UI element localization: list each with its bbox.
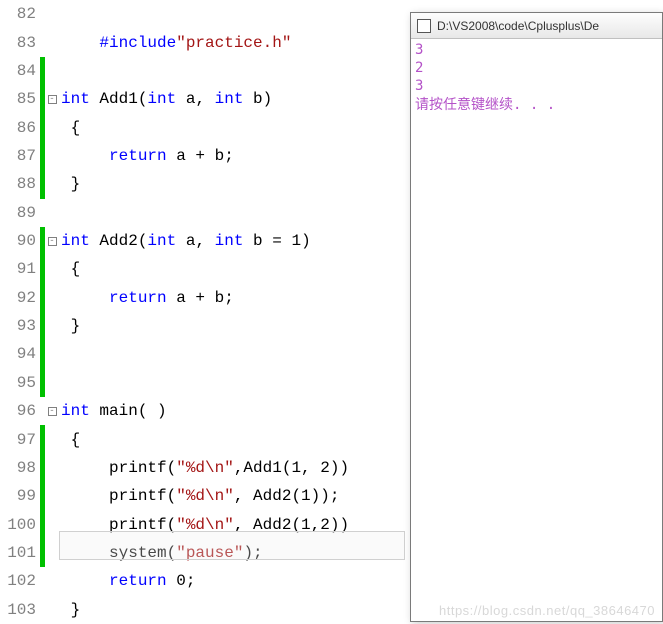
line-number: 96 [0, 402, 40, 420]
code-line-91[interactable]: 91 { [0, 255, 405, 283]
code-line-88[interactable]: 88 } [0, 170, 405, 198]
code-line-82[interactable]: 82 [0, 0, 405, 28]
code-content[interactable]: return a + b; [59, 147, 405, 165]
code-line-93[interactable]: 93 } [0, 312, 405, 340]
code-content[interactable]: #include"practice.h" [59, 34, 405, 52]
code-content[interactable]: { [59, 260, 405, 278]
code-line-90[interactable]: 90-int Add2(int a, int b = 1) [0, 227, 405, 255]
line-number: 84 [0, 62, 40, 80]
console-output: 3 2 3 请按任意键继续. . . [411, 39, 662, 116]
change-indicator [40, 510, 45, 538]
line-number: 82 [0, 5, 40, 23]
line-number: 102 [0, 572, 40, 590]
console-app-icon [417, 19, 431, 33]
console-titlebar[interactable]: D:\VS2008\code\Cplusplus\De [411, 13, 662, 39]
code-editor[interactable]: 8283 #include"practice.h"8485-int Add1(i… [0, 0, 405, 624]
code-content[interactable]: } [59, 601, 405, 619]
code-line-85[interactable]: 85-int Add1(int a, int b) [0, 85, 405, 113]
line-number: 83 [0, 34, 40, 52]
change-indicator [40, 454, 45, 482]
code-content[interactable]: } [59, 175, 405, 193]
change-indicator [40, 142, 45, 170]
line-number: 97 [0, 431, 40, 449]
code-content[interactable]: printf("%d\n", Add2(1,2)) [59, 516, 405, 534]
change-indicator [40, 482, 45, 510]
code-content[interactable]: { [59, 431, 405, 449]
change-indicator [40, 312, 45, 340]
line-number: 89 [0, 204, 40, 222]
line-number: 88 [0, 175, 40, 193]
code-content[interactable]: int Add2(int a, int b = 1) [59, 232, 405, 250]
code-content[interactable]: printf("%d\n",Add1(1, 2)) [59, 459, 405, 477]
change-indicator [40, 0, 45, 28]
code-line-83[interactable]: 83 #include"practice.h" [0, 28, 405, 56]
line-number: 95 [0, 374, 40, 392]
fold-gutter[interactable]: - [45, 95, 59, 104]
console-title: D:\VS2008\code\Cplusplus\De [437, 19, 599, 33]
code-line-98[interactable]: 98 printf("%d\n",Add1(1, 2)) [0, 454, 405, 482]
code-line-97[interactable]: 97 { [0, 425, 405, 453]
change-indicator [40, 113, 45, 141]
change-indicator [40, 57, 45, 85]
line-number: 91 [0, 260, 40, 278]
code-line-102[interactable]: 102 return 0; [0, 567, 405, 595]
code-line-87[interactable]: 87 return a + b; [0, 142, 405, 170]
code-line-95[interactable]: 95 [0, 369, 405, 397]
line-number: 93 [0, 317, 40, 335]
line-number: 99 [0, 487, 40, 505]
change-indicator [40, 28, 45, 56]
change-indicator [40, 369, 45, 397]
fold-gutter[interactable]: - [45, 407, 59, 416]
code-content[interactable]: return a + b; [59, 289, 405, 307]
console-window: D:\VS2008\code\Cplusplus\De 3 2 3 请按任意键继… [410, 12, 663, 622]
change-indicator [40, 425, 45, 453]
change-indicator [40, 539, 45, 567]
fold-minus-icon[interactable]: - [48, 237, 57, 246]
change-indicator [40, 199, 45, 227]
code-content[interactable]: int main( ) [59, 402, 405, 420]
line-number: 85 [0, 90, 40, 108]
code-line-92[interactable]: 92 return a + b; [0, 284, 405, 312]
code-line-100[interactable]: 100 printf("%d\n", Add2(1,2)) [0, 510, 405, 538]
change-indicator [40, 170, 45, 198]
code-line-84[interactable]: 84 [0, 57, 405, 85]
line-number: 90 [0, 232, 40, 250]
code-line-99[interactable]: 99 printf("%d\n", Add2(1)); [0, 482, 405, 510]
fold-minus-icon[interactable]: - [48, 95, 57, 104]
line-number: 86 [0, 119, 40, 137]
code-content[interactable]: int Add1(int a, int b) [59, 90, 405, 108]
code-line-86[interactable]: 86 { [0, 113, 405, 141]
watermark-text: https://blog.csdn.net/qq_38646470 [439, 603, 655, 618]
change-indicator [40, 255, 45, 283]
code-content[interactable]: { [59, 119, 405, 137]
change-indicator [40, 340, 45, 368]
change-indicator [40, 596, 45, 624]
code-content[interactable]: system("pause"); [59, 544, 405, 562]
code-content[interactable]: printf("%d\n", Add2(1)); [59, 487, 405, 505]
code-line-96[interactable]: 96-int main( ) [0, 397, 405, 425]
line-number: 87 [0, 147, 40, 165]
code-content[interactable]: } [59, 317, 405, 335]
line-number: 92 [0, 289, 40, 307]
line-number: 103 [0, 601, 40, 619]
code-content[interactable]: return 0; [59, 572, 405, 590]
code-line-89[interactable]: 89 [0, 199, 405, 227]
code-line-101[interactable]: 101 system("pause"); [0, 539, 405, 567]
fold-minus-icon[interactable]: - [48, 407, 57, 416]
line-number: 100 [0, 516, 40, 534]
change-indicator [40, 567, 45, 595]
change-indicator [40, 284, 45, 312]
code-line-94[interactable]: 94 [0, 340, 405, 368]
line-number: 94 [0, 345, 40, 363]
line-number: 101 [0, 544, 40, 562]
line-number: 98 [0, 459, 40, 477]
code-line-103[interactable]: 103 } [0, 596, 405, 624]
fold-gutter[interactable]: - [45, 237, 59, 246]
